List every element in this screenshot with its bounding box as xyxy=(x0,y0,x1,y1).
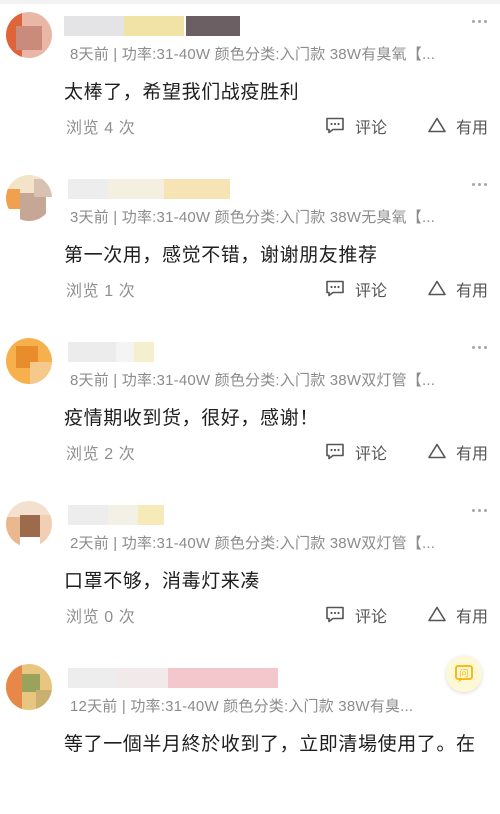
view-count: 浏览 1 次 xyxy=(66,283,136,300)
review-content: 第一次用，感觉不错，谢谢朋友推荐 xyxy=(64,245,378,266)
avatar[interactable] xyxy=(6,664,52,710)
avatar[interactable] xyxy=(6,12,52,58)
review-actions: 浏览 2 次 评论 有用 xyxy=(0,440,500,464)
review-item: 8天前 | 功率:31-40W 颜色分类:入门款 38W有臭氧【... 太棒了，… xyxy=(0,0,500,162)
comment-label: 评论 xyxy=(355,446,388,463)
triangle-useful-icon xyxy=(428,443,446,459)
avatar[interactable] xyxy=(6,338,52,384)
triangle-useful-icon xyxy=(428,117,446,133)
avatar[interactable] xyxy=(6,175,52,221)
more-dots-icon[interactable] xyxy=(472,18,488,26)
username-blurred[interactable] xyxy=(64,342,264,362)
username-blurred[interactable] xyxy=(64,668,304,688)
useful-label: 有用 xyxy=(456,446,489,463)
review-actions: 浏览 0 次 评论 有用 xyxy=(0,603,500,627)
comment-bubble-icon xyxy=(326,117,344,134)
ask-floating-button[interactable]: 问 xyxy=(446,656,482,692)
svg-text:问: 问 xyxy=(459,668,468,680)
question-chat-icon: 问 xyxy=(455,665,473,683)
review-content: 疫情期收到货，很好，感谢！ xyxy=(64,408,319,429)
useful-label: 有用 xyxy=(456,609,489,626)
username-blurred[interactable] xyxy=(64,16,264,36)
review-item: 8天前 | 功率:31-40W 颜色分类:入门款 38W双灯管【... 疫情期收… xyxy=(0,326,500,488)
review-actions: 浏览 4 次 评论 有用 xyxy=(0,114,500,138)
more-dots-icon[interactable] xyxy=(472,507,488,515)
more-dots-icon[interactable] xyxy=(472,181,488,189)
review-meta: 2天前 | 功率:31-40W 颜色分类:入门款 38W双灯管【... xyxy=(70,535,436,552)
view-count: 浏览 0 次 xyxy=(66,609,136,626)
review-meta: 8天前 | 功率:31-40W 颜色分类:入门款 38W双灯管【... xyxy=(70,372,436,389)
review-actions: 浏览 1 次 评论 有用 xyxy=(0,277,500,301)
comment-label: 评论 xyxy=(355,283,388,300)
review-meta: 12天前 | 功率:31-40W 颜色分类:入门款 38W有臭... xyxy=(70,698,414,715)
triangle-useful-icon xyxy=(428,606,446,622)
more-dots-icon[interactable] xyxy=(472,344,488,352)
review-item: 12天前 | 功率:31-40W 颜色分类:入门款 38W有臭... 等了一個半… xyxy=(0,652,500,814)
comment-label: 评论 xyxy=(355,120,388,137)
username-blurred[interactable] xyxy=(64,179,264,199)
useful-label: 有用 xyxy=(456,120,489,137)
avatar[interactable] xyxy=(6,501,52,547)
review-meta: 8天前 | 功率:31-40W 颜色分类:入门款 38W有臭氧【... xyxy=(70,46,436,63)
triangle-useful-icon xyxy=(428,280,446,296)
comment-bubble-icon xyxy=(326,280,344,297)
review-content: 等了一個半月終於收到了，立即清場使用了。在 xyxy=(64,734,476,755)
comment-bubble-icon xyxy=(326,443,344,460)
review-item: 3天前 | 功率:31-40W 颜色分类:入门款 38W无臭氧【... 第一次用… xyxy=(0,163,500,325)
comment-label: 评论 xyxy=(355,609,388,626)
comment-bubble-icon xyxy=(326,606,344,623)
useful-label: 有用 xyxy=(456,283,489,300)
view-count: 浏览 2 次 xyxy=(66,446,136,463)
review-content: 太棒了，希望我们战疫胜利 xyxy=(64,82,300,103)
username-blurred[interactable] xyxy=(64,505,264,525)
review-item: 2天前 | 功率:31-40W 颜色分类:入门款 38W双灯管【... 口罩不够… xyxy=(0,489,500,651)
review-meta: 3天前 | 功率:31-40W 颜色分类:入门款 38W无臭氧【... xyxy=(70,209,436,226)
view-count: 浏览 4 次 xyxy=(66,120,136,137)
review-content: 口罩不够，消毒灯来凑 xyxy=(64,571,261,592)
